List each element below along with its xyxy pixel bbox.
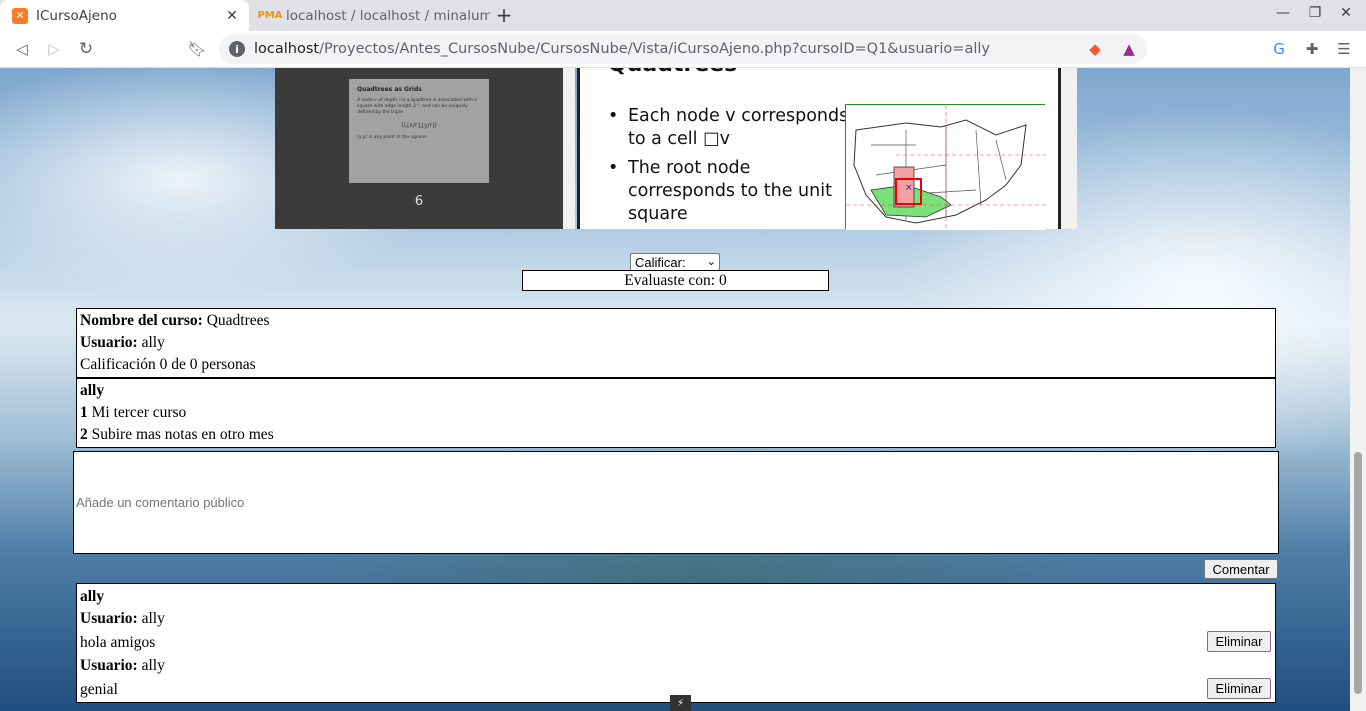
course-name-row: Nombre del curso: Quadtrees	[80, 312, 270, 329]
thumbnail-formula: (i,⌊x/r⌋,⌊y/r⌋)	[401, 122, 437, 129]
translate-icon[interactable]: G	[1268, 38, 1290, 60]
thumbnail-text: A node v of depth i in a quadtree is ass…	[357, 98, 478, 115]
forward-icon[interactable]: ▷	[43, 38, 65, 60]
slide-title: Quadtrees	[608, 68, 737, 77]
url-text[interactable]: localhost/Proyectos/Antes_CursosNube/Cur…	[254, 41, 990, 57]
comment-button[interactable]: Comentar	[1204, 559, 1278, 579]
comment-input[interactable]: Añade un comentario público	[73, 451, 1279, 554]
page-content: Quadtrees as Grids A node v of depth i i…	[0, 68, 1350, 711]
comments-owner: ally	[80, 588, 105, 605]
tab-title: localhost / localhost / minalum	[286, 7, 490, 24]
delete-comment-button[interactable]: Eliminar	[1207, 631, 1271, 652]
new-tab-icon[interactable]: +	[493, 3, 515, 27]
menu-icon[interactable]: ☰	[1333, 38, 1355, 60]
comment-user-row: Usuario: ally	[80, 657, 165, 674]
course-rating-summary: Calificación 0 de 0 personas	[80, 356, 256, 373]
thumbnails-scrollbar[interactable]	[563, 68, 575, 229]
minimize-icon[interactable]: —	[1273, 5, 1293, 21]
restore-icon[interactable]: ❐	[1305, 5, 1325, 21]
extensions-icon[interactable]: ✚	[1301, 38, 1323, 60]
bookmark-icon[interactable]: 🔖︎	[186, 38, 208, 60]
svg-text:×: ×	[905, 183, 913, 193]
tab-phpmyadmin[interactable]: PMA localhost / localhost / minalum	[250, 0, 490, 31]
back-icon[interactable]: ◁	[11, 38, 33, 60]
reload-icon[interactable]: ↻	[75, 38, 97, 60]
notes-owner: ally	[80, 382, 105, 399]
note-item: 1 Mi tercer curso	[80, 404, 187, 421]
info-icon[interactable]: i	[229, 41, 245, 57]
resize-handle-icon[interactable]: ⚡	[670, 695, 691, 711]
course-info-box: Nombre del curso: Quadtrees Usuario: all…	[76, 308, 1276, 378]
us-map-figure: ×	[845, 104, 1046, 230]
page-number: 6	[414, 194, 424, 209]
thumbnail-footer: (x,y) is any point in the square	[357, 135, 427, 140]
chevron-down-icon: ⌄	[706, 256, 716, 268]
rating-select-label: Calificar:	[635, 254, 686, 270]
tab-icursoajeno[interactable]: ✕ ICursoAjeno ✕	[0, 0, 249, 31]
notes-box: ally 1 Mi tercer curso 2 Subire mas nota…	[76, 378, 1276, 448]
slide-view: Quadtrees •Each node v corresponds to a …	[577, 68, 1061, 230]
brave-shield-icon[interactable]: ◆	[1084, 38, 1106, 60]
page-scrollbar-thumb[interactable]	[1354, 452, 1362, 694]
comment-text: hola amigos	[80, 634, 156, 651]
xampp-icon: ✕	[12, 7, 28, 24]
close-icon[interactable]: ✕	[224, 8, 240, 24]
slide-scrollbar[interactable]	[1061, 68, 1077, 229]
comment-user-row: Usuario: ally	[80, 610, 165, 627]
evaluated-box: Evaluaste con: 0	[522, 270, 829, 291]
comments-box: ally Usuario: ally hola amigos Usuario: …	[76, 583, 1276, 703]
thumbnail-title: Quadtrees as Grids	[357, 86, 422, 93]
brave-rewards-icon[interactable]: ▲	[1118, 38, 1140, 60]
slide-thumbnails-panel[interactable]: Quadtrees as Grids A node v of depth i i…	[275, 68, 563, 229]
browser-toolbar: ◁ ▷ ↻ 🔖︎ i localhost/Proyectos/Antes_Cur…	[0, 31, 1366, 68]
tab-title: ICursoAjeno	[36, 7, 117, 24]
delete-comment-button[interactable]: Eliminar	[1207, 678, 1271, 699]
course-user-row: Usuario: ally	[80, 334, 165, 351]
phpmyadmin-icon: PMA	[257, 10, 283, 21]
slide-thumbnail[interactable]: Quadtrees as Grids A node v of depth i i…	[349, 79, 489, 183]
close-window-icon[interactable]: ✕	[1336, 5, 1356, 21]
note-item: 2 Subire mas notas en otro mes	[80, 426, 274, 443]
tab-strip: ✕ ICursoAjeno ✕ PMA localhost / localhos…	[0, 0, 1366, 31]
address-bar[interactable]: i localhost/Proyectos/Antes_CursosNube/C…	[219, 34, 1147, 64]
rating-select[interactable]: Calificar: ⌄	[630, 253, 720, 271]
